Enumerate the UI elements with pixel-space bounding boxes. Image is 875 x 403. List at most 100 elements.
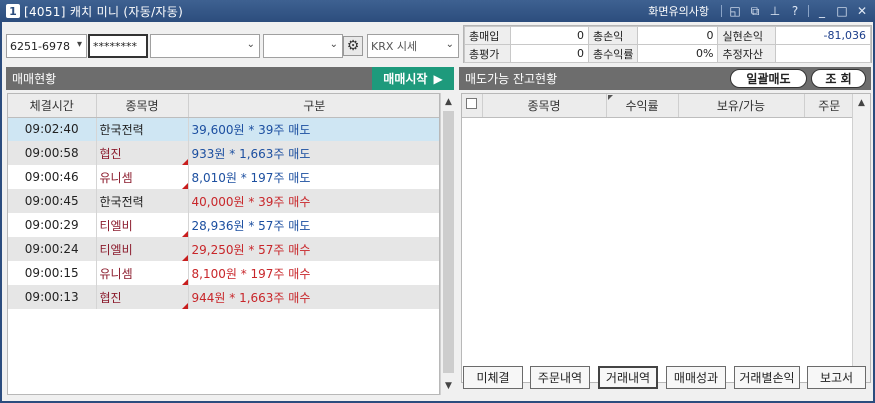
trade-detail-cell: 8,100원 * 197주 매수 [188,261,439,285]
restore-window-icon[interactable]: ⧉ [748,4,762,19]
total-rate-label: 총수익률 [587,44,639,63]
settings-gear-icon[interactable]: ⚙ [343,36,363,56]
trade-detail-cell: 28,936원 * 57주 매도 [188,213,439,237]
trade-row[interactable]: 09:00:58 협진 933원 * 1,663주 매도 [8,141,439,165]
maximize-icon[interactable]: □ [835,4,849,18]
trade-detail-cell: 933원 * 1,663주 매도 [188,141,439,165]
trade-time-cell: 09:00:13 [8,285,97,309]
column-header-time[interactable]: 체결시간 [8,94,97,118]
scroll-up-icon[interactable]: ▲ [441,95,456,109]
stock-name-cell: 협진 [96,285,189,309]
trade-detail-cell: 40,000원 * 39주 매수 [188,189,439,213]
total-eval-label: 총평가 [464,44,511,63]
strategy-select[interactable]: ⌄ [150,34,260,58]
pnl-by-trade-label: 거래별손익 [739,371,795,385]
scroll-down-icon[interactable]: ▼ [441,379,456,393]
scroll-thumb[interactable] [443,111,454,373]
sellable-balance-title: 매도가능 잔고현황 [465,72,558,86]
stock-name: 협진 [99,290,122,305]
trade-row[interactable]: 09:00:24 티엘비 29,250원 * 57주 매수 [8,237,439,261]
total-eval-value: 0 [510,44,589,63]
inquiry-button[interactable]: 조 회 [811,69,866,88]
trade-detail-cell: 944원 * 1,663주 매수 [188,285,439,309]
divider [808,5,809,17]
market-select[interactable]: KRX 시세 ⌄ [367,34,459,58]
trade-time-cell: 09:00:45 [8,189,97,213]
realized-pnl-value: -81,036 [775,26,871,45]
stock-name-cell: 한국전력 [96,189,189,213]
chevron-down-icon: ⌄ [246,39,255,50]
stock-name-cell: 한국전력 [96,117,189,141]
trade-row[interactable]: 09:00:29 티엘비 28,936원 * 57주 매도 [8,213,439,237]
trade-row[interactable]: 09:00:46 유니셈 8,010원 * 197주 매도 [8,165,439,189]
trade-time-cell: 09:00:29 [8,213,97,237]
trade-row[interactable]: 09:00:45 한국전력 40,000원 * 39주 매수 [8,189,439,213]
trade-row[interactable]: 09:00:15 유니셈 8,100원 * 197주 매수 [8,261,439,285]
stock-name-cell: 유니셈 [96,261,189,285]
total-buy-label: 총매입 [464,26,511,45]
trade-time-cell: 09:02:40 [8,117,97,141]
trade-row[interactable]: 09:02:40 한국전력 39,600원 * 39주 매도 [8,117,439,141]
sort-marker-icon [607,95,613,100]
chevron-down-icon: ⌄ [445,39,454,50]
start-trading-button[interactable]: 매매시작 ▶ [372,67,454,90]
sell-all-label: 일괄매도 [746,72,791,86]
trade-table-scrollbar[interactable]: ▲ ▼ [440,93,456,395]
password-value: ******** [93,39,137,53]
total-pnl-value: 0 [637,26,719,45]
stock-name: 티엘비 [99,242,133,257]
trade-history-label: 거래내역 [605,371,651,385]
order-history-button[interactable]: 주문내역 [530,366,590,389]
order-history-label: 주문내역 [537,371,583,385]
divider [721,5,722,17]
column-header-order[interactable]: 주문 [804,94,855,118]
total-pnl-label: 총손익 [587,26,639,45]
stock-name: 협진 [99,146,122,161]
stock-name: 유니셈 [99,266,133,281]
account-summary: 총매입 0 총손익 0 실현손익 -81,036 총평가 0 총수익률 0% 추… [463,25,872,63]
select-all-cell[interactable] [462,94,483,118]
chevron-down-icon: ⌄ [329,39,338,50]
account-value: 6251-6978 [10,39,70,53]
report-label: 보고서 [819,371,854,385]
pnl-by-trade-button[interactable]: 거래별손익 [734,366,800,389]
unfilled-orders-label: 미체결 [476,371,510,385]
trade-row[interactable]: 09:00:13 협진 944원 * 1,663주 매수 [8,285,439,309]
play-icon: ▶ [433,71,443,86]
column-header-type[interactable]: 구분 [188,94,439,118]
help-icon[interactable]: ? [788,4,802,18]
unfilled-orders-button[interactable]: 미체결 [463,366,523,389]
inquiry-label: 조 회 [825,72,852,86]
stock-name: 한국전력 [99,122,144,137]
condition-select[interactable]: ⌄ [263,34,343,58]
trade-time-cell: 09:00:58 [8,141,97,165]
trade-detail-cell: 39,600원 * 39주 매도 [188,117,439,141]
account-select[interactable]: 6251-6978 ▾ [6,34,87,58]
sell-all-button[interactable]: 일괄매도 [730,69,807,88]
stock-name: 티엘비 [99,218,133,233]
column-header-holding[interactable]: 보유/가능 [678,94,805,118]
trade-history-button[interactable]: 거래내역 [598,366,658,389]
notice-link[interactable]: 화면유의사항 [648,3,709,19]
trade-detail-cell: 29,250원 * 57주 매수 [188,237,439,261]
stock-name-cell: 유니셈 [96,165,189,189]
password-field[interactable]: ******** [88,34,148,58]
column-header-return[interactable]: 수익률 [606,94,679,118]
select-all-checkbox[interactable] [466,98,478,110]
trade-history-table: 체결시간 종목명 구분 09:02:40 한국전력 39,600원 * 39주 매도… [7,93,440,395]
stock-name-cell: 티엘비 [96,213,189,237]
report-button[interactable]: 보고서 [807,366,866,389]
column-header-stock[interactable]: 종목명 [482,94,607,118]
total-buy-value: 0 [510,26,589,45]
layout-icon[interactable]: ◱ [728,4,742,18]
pin-icon[interactable]: ⊥ [768,4,782,18]
main-frame: 6251-6978 ▾ ******** ⌄ ⌄ ⚙ KRX 시세 ⌄ 총매입 … [2,22,873,401]
trade-performance-button[interactable]: 매매성과 [666,366,726,389]
balance-table-scrollbar[interactable]: ▲ ▼ [852,94,870,382]
trade-time-cell: 09:00:46 [8,165,97,189]
trade-status-title: 매매현황 [12,72,57,86]
minimize-icon[interactable]: _ [815,4,829,18]
scroll-up-icon[interactable]: ▲ [853,96,870,110]
column-header-name[interactable]: 종목명 [96,94,189,118]
close-icon[interactable]: ✕ [855,4,869,18]
